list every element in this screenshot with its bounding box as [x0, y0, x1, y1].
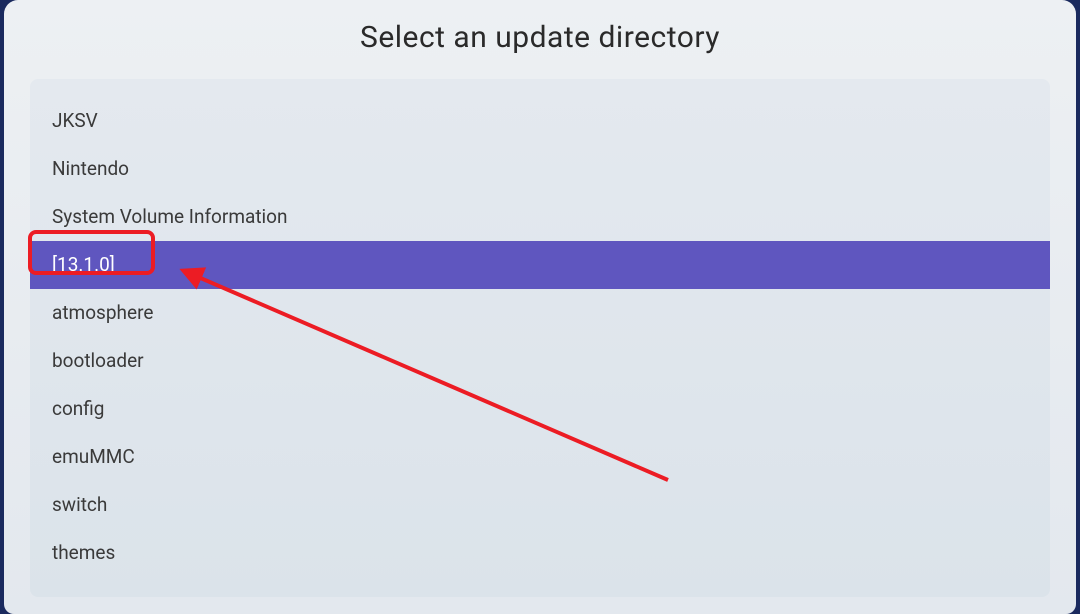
directory-item[interactable]: [13.1.0] [30, 241, 1050, 289]
directory-item[interactable]: config [30, 385, 1050, 433]
dialog-title: Select an update directory [4, 20, 1076, 55]
directory-item[interactable]: bootloader [30, 337, 1050, 385]
directory-item[interactable]: switch [30, 481, 1050, 529]
directory-item[interactable]: System Volume Information [30, 193, 1050, 241]
directory-item[interactable]: themes [30, 529, 1050, 577]
directory-item[interactable]: Nintendo [30, 145, 1050, 193]
dialog-window: Select an update directory JKSVNintendoS… [4, 0, 1076, 614]
directory-item[interactable]: emuMMC [30, 433, 1050, 481]
directory-list-panel: JKSVNintendoSystem Volume Information[13… [30, 79, 1050, 597]
directory-item[interactable]: JKSV [30, 97, 1050, 145]
title-bar: Select an update directory [4, 0, 1076, 79]
directory-item[interactable]: atmosphere [30, 289, 1050, 337]
